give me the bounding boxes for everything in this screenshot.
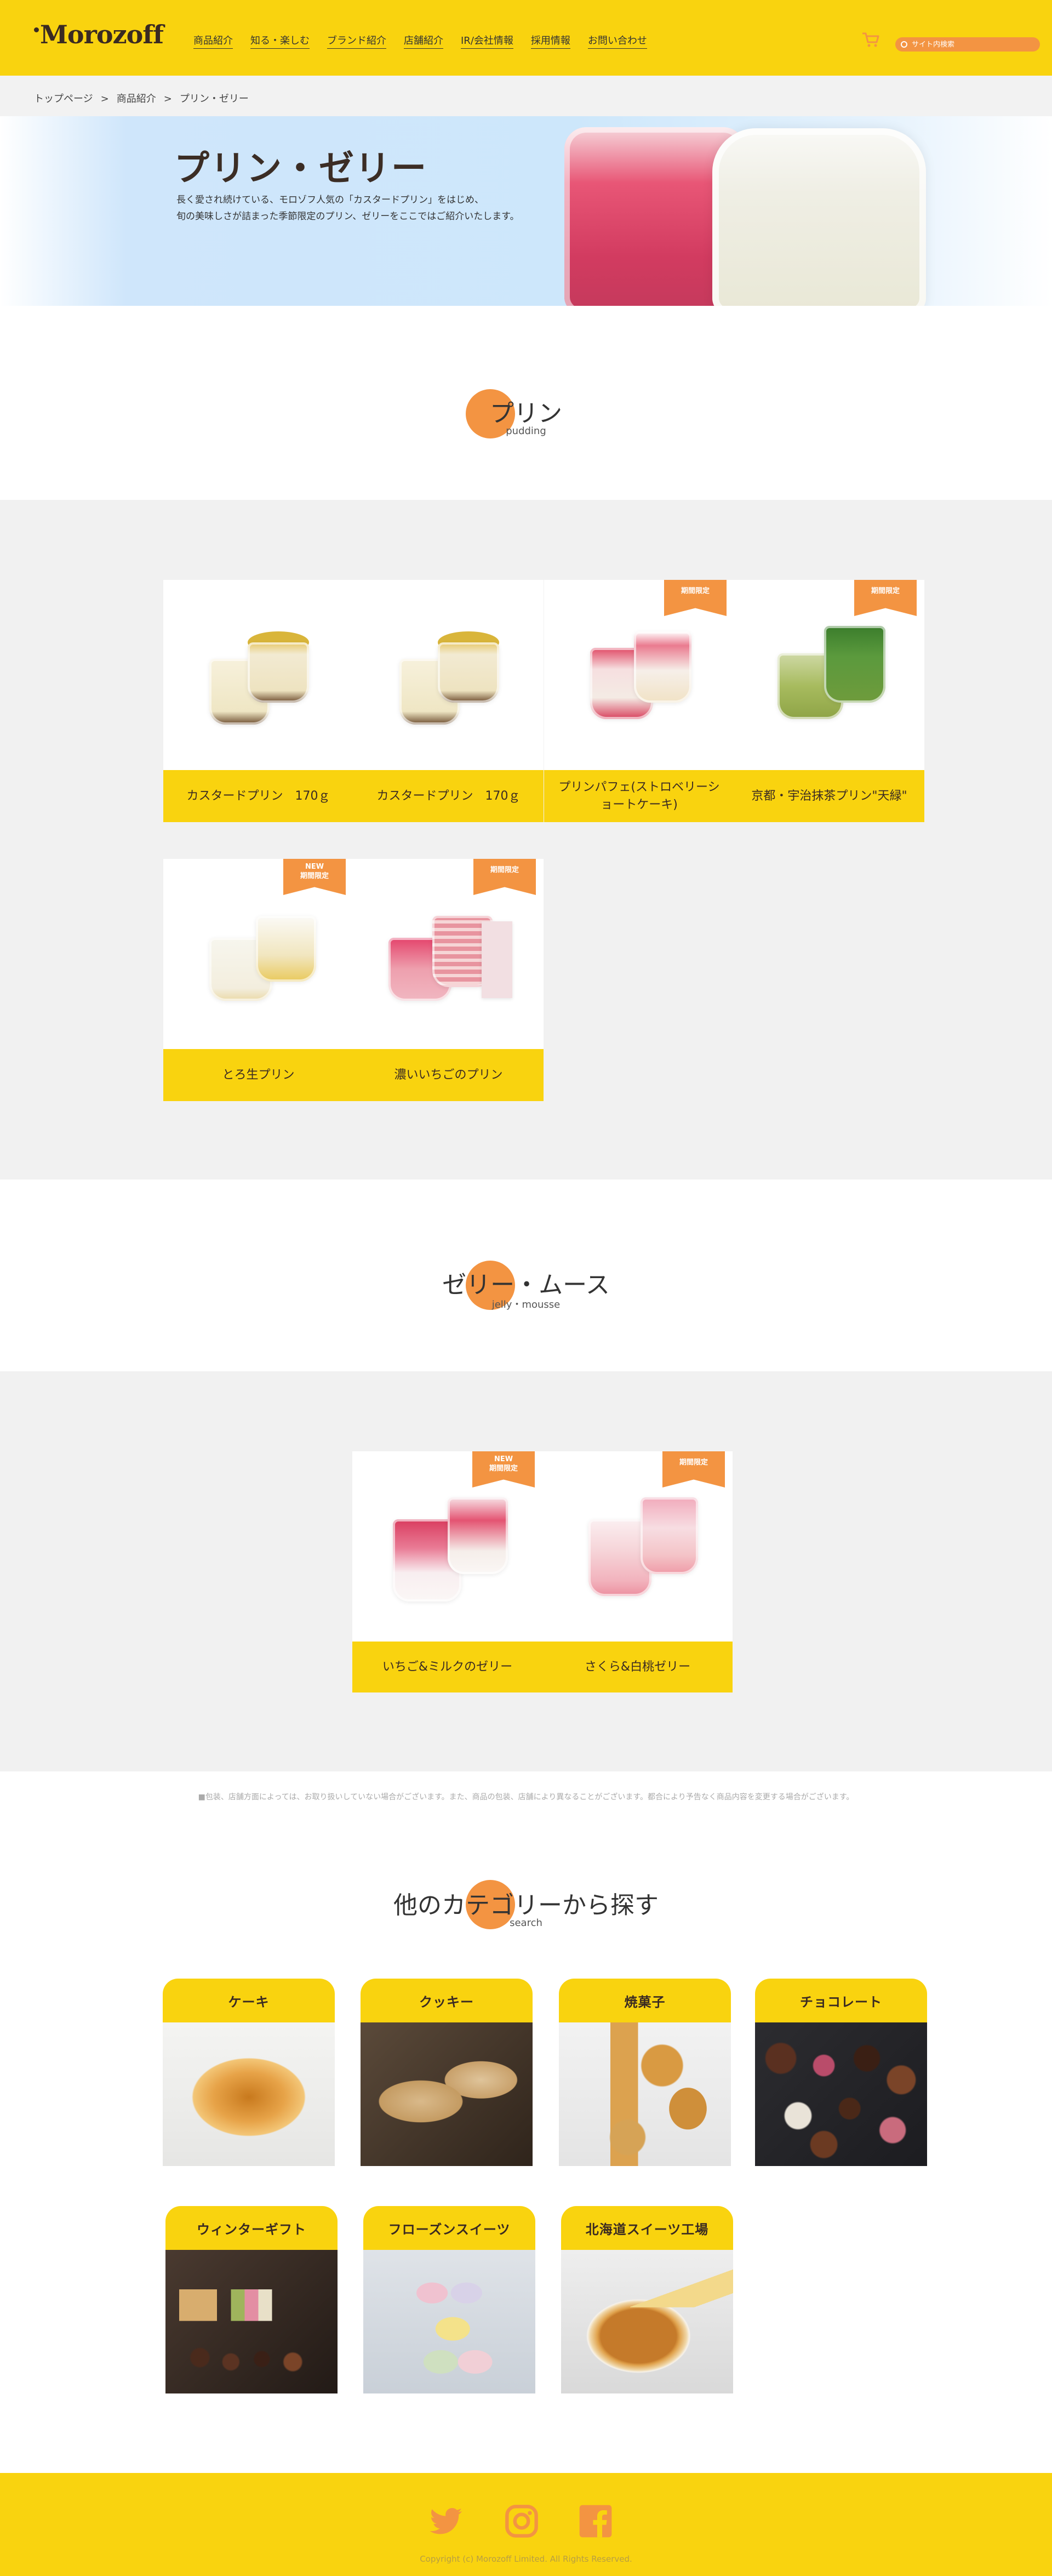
product-name: いちご&ミルクのゼリー — [352, 1642, 542, 1692]
product-name: とろ生プリン — [163, 1049, 353, 1101]
breadcrumb-top[interactable]: トップページ — [34, 93, 93, 105]
nav-stores[interactable]: 店舗紹介 — [404, 33, 443, 49]
search-input[interactable] — [912, 40, 1032, 49]
new-label: NEW — [305, 863, 324, 871]
product-card[interactable]: NEW 期間限定 とろ生プリン — [163, 859, 353, 1101]
search-icon — [901, 41, 907, 48]
category-label: 焼菓子 — [559, 1979, 731, 2022]
product-name: カスタードプリン 170ｇ — [163, 770, 353, 822]
breadcrumb-separator: > — [163, 93, 172, 105]
category-label: ウィンターギフト — [165, 2206, 338, 2250]
product-card[interactable]: 期間限定 プリンパフェ(ストロベリーショートケーキ) — [544, 580, 734, 822]
instagram-icon[interactable] — [504, 2504, 539, 2539]
section-title: プリン — [490, 400, 562, 428]
product-image — [353, 580, 544, 770]
category-image — [363, 2250, 535, 2393]
category-image — [561, 2250, 733, 2393]
category-card-cookie[interactable]: クッキー — [361, 1979, 533, 2166]
category-image — [755, 2022, 927, 2166]
site-logo[interactable]: Morozoff — [34, 20, 164, 49]
category-card-winter-gift[interactable]: ウィンターギフト — [165, 2206, 338, 2393]
category-card-baked-sweets[interactable]: 焼菓子 — [559, 1979, 731, 2166]
product-card[interactable]: 期間限定 京都・宇治抹茶プリン"天緑" — [734, 580, 924, 822]
category-card-frozen-sweets[interactable]: フローズンスイーツ — [363, 2206, 535, 2393]
category-image — [163, 2022, 335, 2166]
category-image — [361, 2022, 533, 2166]
new-label: NEW — [494, 1455, 513, 1463]
category-label: ケーキ — [163, 1979, 335, 2022]
breadcrumb: トップページ > 商品紹介 > プリン・ゼリー — [0, 76, 1052, 116]
category-label: フローズンスイーツ — [363, 2206, 535, 2250]
nav-recruit[interactable]: 採用情報 — [530, 33, 570, 49]
page-title: プリン・ゼリー — [174, 149, 427, 189]
category-image — [165, 2250, 338, 2393]
product-card[interactable]: カスタードプリン 170ｇ — [163, 580, 353, 822]
section-title: ゼリー・ムース — [442, 1271, 610, 1299]
category-label: チョコレート — [755, 1979, 927, 2022]
section-subtitle: pudding — [506, 425, 546, 437]
product-name: プリンパフェ(ストロベリーショートケーキ) — [544, 770, 734, 822]
product-name: さくら&白桃ゼリー — [542, 1642, 733, 1692]
category-card-chocolate[interactable]: チョコレート — [755, 1979, 927, 2166]
section-title: 他のカテゴリーから探す — [393, 1891, 659, 1919]
category-label: クッキー — [361, 1979, 533, 2022]
page-lead: 長く愛され続けている、モロゾフ人気の「カスタードプリン」をはじめ、 旬の美味しさが… — [176, 195, 519, 222]
breadcrumb-products[interactable]: 商品紹介 — [117, 93, 156, 105]
nav-products[interactable]: 商品紹介 — [193, 33, 233, 49]
facebook-icon[interactable] — [578, 2504, 613, 2539]
nav-learn-enjoy[interactable]: 知る・楽しむ — [250, 33, 310, 49]
nav-contact[interactable]: お問い合わせ — [587, 33, 647, 49]
global-nav: 商品紹介 知る・楽しむ ブランド紹介 店舗紹介 IR/会社情報 採用情報 お問い… — [193, 33, 665, 49]
section-subtitle: search — [510, 1917, 542, 1929]
hero-banner: プリン・ゼリー 長く愛され続けている、モロゾフ人気の「カスタードプリン」をはじめ… — [0, 116, 1052, 306]
product-name: 濃いいちごのプリン — [353, 1049, 544, 1101]
category-card-hokkaido-factory[interactable]: 北海道スイーツ工場 — [561, 2206, 733, 2393]
site-header: Morozoff 商品紹介 知る・楽しむ ブランド紹介 店舗紹介 IR/会社情報… — [0, 0, 1052, 76]
product-card[interactable]: NEW 期間限定 いちご&ミルクのゼリー — [352, 1451, 542, 1692]
jelly-section-heading: ゼリー・ムース jelly・mousse — [0, 1261, 1052, 1311]
section-subtitle: jelly・mousse — [491, 1299, 561, 1310]
product-name: カスタードプリン 170ｇ — [353, 770, 544, 822]
nav-ir-company[interactable]: IR/会社情報 — [461, 33, 513, 49]
category-label: 北海道スイーツ工場 — [561, 2206, 733, 2250]
hero-pudding-image — [712, 128, 926, 306]
twitter-icon[interactable] — [428, 2504, 464, 2539]
product-image — [163, 580, 353, 770]
site-footer: Copyright (c) Morozoff Limited. All Righ… — [0, 2473, 1052, 2576]
nav-brand[interactable]: ブランド紹介 — [327, 33, 386, 49]
product-card[interactable]: カスタードプリン 170ｇ — [353, 580, 544, 822]
limited-label: 期間限定 — [300, 872, 329, 880]
category-card-cake[interactable]: ケーキ — [163, 1979, 335, 2166]
category-section-heading: 他のカテゴリーから探す search — [0, 1880, 1052, 1929]
category-image — [559, 2022, 731, 2166]
product-card[interactable]: 期間限定 濃いいちごのプリン — [353, 859, 544, 1101]
limited-label: 期間限定 — [489, 1464, 518, 1473]
product-card[interactable]: 期間限定 さくら&白桃ゼリー — [542, 1451, 733, 1692]
pudding-section-heading: プリン pudding — [0, 389, 1052, 438]
cart-icon[interactable] — [861, 32, 880, 48]
site-search — [895, 37, 1040, 52]
copyright: Copyright (c) Morozoff Limited. All Righ… — [420, 2554, 632, 2564]
disclaimer-note: ■包装、店舗方面によっては、お取り扱いしていない場合がございます。また、商品の包… — [198, 1793, 854, 1802]
product-name: 京都・宇治抹茶プリン"天緑" — [734, 770, 924, 822]
breadcrumb-separator: > — [100, 93, 109, 105]
breadcrumb-current: プリン・ゼリー — [179, 93, 249, 105]
